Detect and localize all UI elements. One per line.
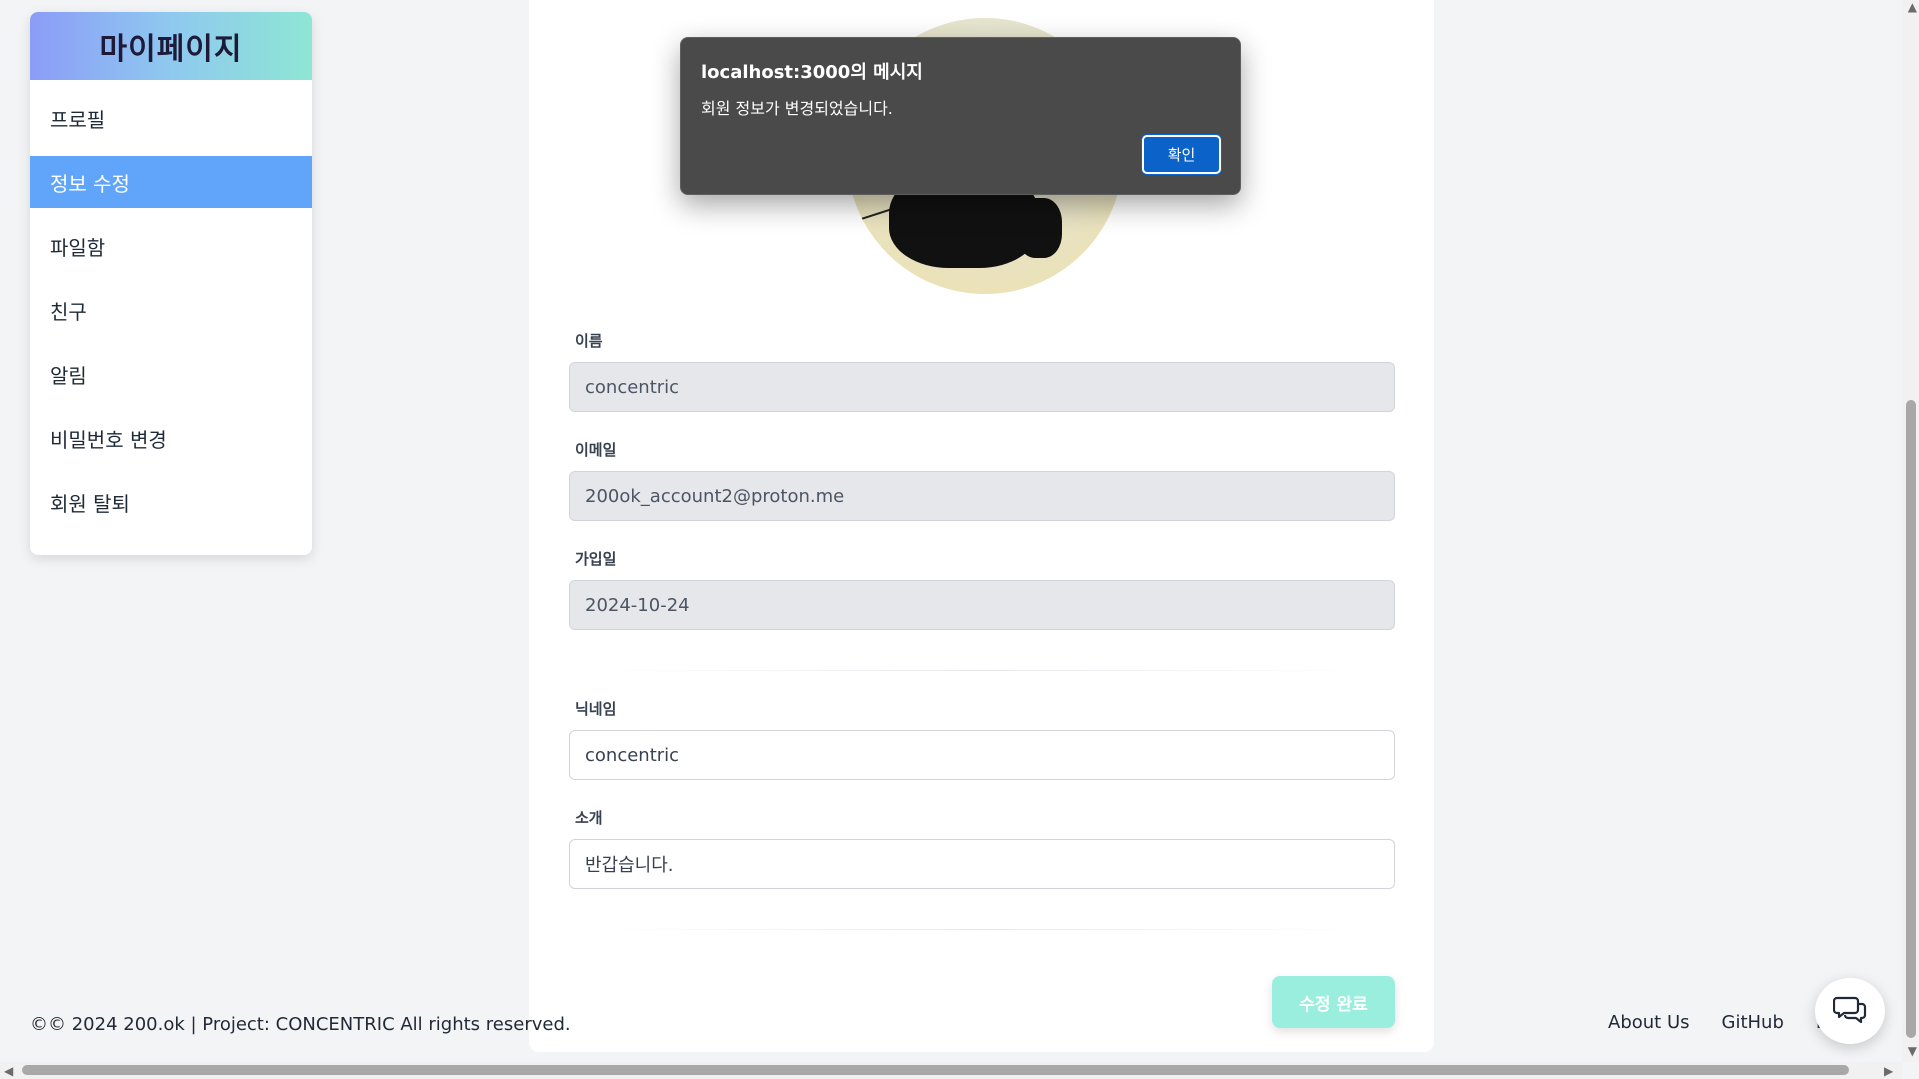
sidebar-item-notifications[interactable]: 알림 [30, 348, 312, 400]
sidebar-menu: 프로필 정보 수정 파일함 친구 알림 비밀번호 변경 회원 탈퇴 [30, 80, 312, 528]
intro-label: 소개 [575, 809, 603, 827]
sidebar-item-withdraw[interactable]: 회원 탈퇴 [30, 476, 312, 528]
sidebar-item-files[interactable]: 파일함 [30, 220, 312, 272]
sidebar-item-edit-info[interactable]: 정보 수정 [30, 156, 312, 208]
sidebar-item-friends[interactable]: 친구 [30, 284, 312, 336]
footer-link-about[interactable]: About Us [1608, 1012, 1690, 1033]
name-field: concentric [569, 362, 1395, 412]
sidebar-item-profile[interactable]: 프로필 [30, 92, 312, 144]
chat-button[interactable] [1815, 978, 1885, 1044]
vertical-scrollbar[interactable]: ▲ ▼ [1902, 0, 1919, 1062]
nickname-input[interactable]: concentric [569, 730, 1395, 780]
scroll-right-icon[interactable]: ▶ [1884, 1064, 1893, 1078]
sidebar-item-change-password[interactable]: 비밀번호 변경 [30, 412, 312, 464]
horizontal-scrollbar[interactable]: ◀ ▶ [0, 1062, 1902, 1079]
scroll-down-icon[interactable]: ▼ [1908, 1044, 1917, 1058]
intro-input[interactable]: 반갑습니다. [569, 839, 1395, 889]
submit-edit-button[interactable]: 수정 완료 [1272, 976, 1395, 1028]
avatar-art-shape [1017, 198, 1062, 258]
chat-bubbles-icon [1832, 994, 1867, 1028]
joined-date-label: 가입일 [575, 550, 617, 568]
browser-alert-dialog: localhost:3000의 메시지 회원 정보가 변경되었습니다. 확인 [680, 37, 1241, 195]
section-divider [599, 670, 1365, 671]
sidebar-title: 마이페이지 [30, 12, 312, 80]
vertical-scroll-thumb[interactable] [1906, 400, 1916, 1038]
scroll-up-icon[interactable]: ▲ [1908, 0, 1917, 14]
alert-message: 회원 정보가 변경되었습니다. [701, 99, 893, 118]
joined-date-field: 2024-10-24 [569, 580, 1395, 630]
name-label: 이름 [575, 332, 603, 350]
section-divider [599, 929, 1365, 930]
horizontal-scroll-thumb[interactable] [22, 1065, 1849, 1075]
alert-ok-button[interactable]: 확인 [1142, 135, 1221, 174]
footer-copyright: ©© 2024 200.ok | Project: CONCENTRIC All… [30, 1014, 571, 1035]
mypage-sidebar: 마이페이지 프로필 정보 수정 파일함 친구 알림 비밀번호 변경 회원 탈퇴 [30, 12, 312, 555]
scroll-left-icon[interactable]: ◀ [4, 1064, 13, 1078]
email-field: 200ok_account2@proton.me [569, 471, 1395, 521]
email-label: 이메일 [575, 441, 617, 459]
nickname-label: 닉네임 [575, 700, 617, 718]
alert-title: localhost:3000의 메시지 [701, 62, 923, 83]
footer-link-github[interactable]: GitHub [1722, 1012, 1784, 1033]
